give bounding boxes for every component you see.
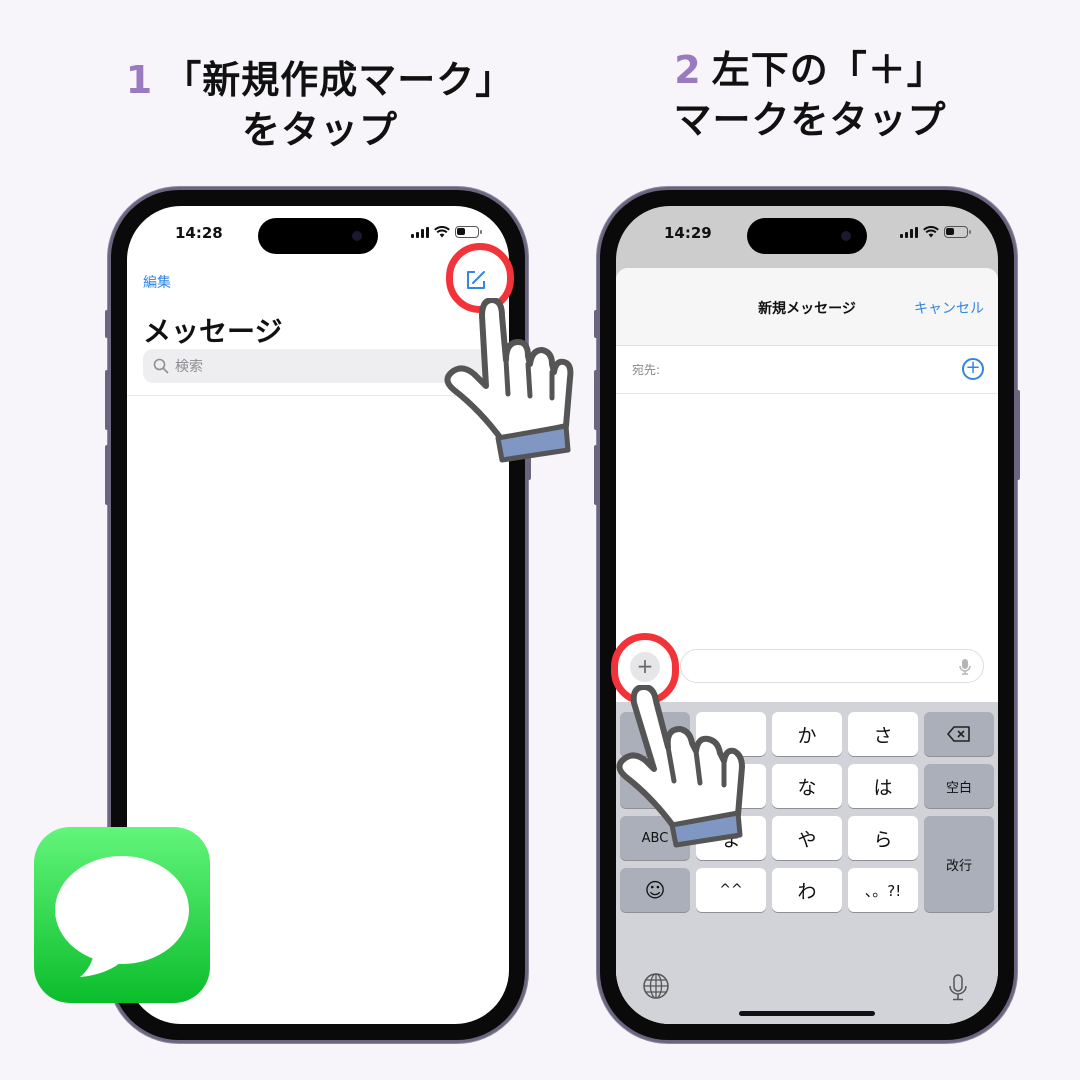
new-message-sheet: 新規メッセージ キャンセル 宛先: + + か さ な は 空白 ABC ま や… — [616, 268, 998, 1024]
return-key[interactable]: 改行 — [924, 816, 994, 912]
volume-down-button — [594, 445, 598, 505]
cancel-button[interactable]: キャンセル — [914, 298, 984, 318]
status-time: 14:28 — [175, 224, 223, 242]
step-text-line2: をタップ — [241, 108, 398, 152]
space-key[interactable]: 空白 — [924, 764, 994, 808]
key-ka[interactable]: か — [772, 712, 842, 756]
signal-icon — [411, 226, 429, 238]
microphone-icon[interactable] — [959, 658, 971, 676]
delete-icon — [947, 726, 970, 742]
pointing-hand-icon — [616, 685, 745, 848]
volume-up-button — [105, 370, 109, 430]
battery-icon — [944, 226, 971, 238]
screen: 14:29 新規メッセージ キャンセル 宛先: + + か さ な は 空白 A… — [616, 206, 998, 1024]
key-punctuation[interactable]: 、。?! — [848, 868, 918, 912]
dynamic-island — [258, 218, 378, 254]
delete-key[interactable] — [924, 712, 994, 756]
page-title: メッセージ — [143, 315, 283, 348]
speech-bubble-icon — [55, 856, 189, 977]
wifi-icon — [434, 226, 450, 238]
action-button — [105, 310, 109, 338]
step-number: 2 — [674, 48, 702, 92]
message-input[interactable] — [680, 649, 984, 683]
battery-icon — [455, 226, 482, 238]
volume-up-button — [594, 370, 598, 430]
action-button — [594, 310, 598, 338]
edit-button[interactable]: 編集 — [143, 272, 171, 292]
volume-down-button — [105, 445, 109, 505]
dictation-microphone-icon[interactable] — [948, 974, 968, 1002]
key-na[interactable]: な — [772, 764, 842, 808]
key-ya[interactable]: や — [772, 816, 842, 860]
messages-app-icon — [34, 827, 210, 1003]
globe-icon[interactable] — [642, 972, 670, 1000]
step-text-line1: 「新規作成マーク」 — [163, 58, 515, 102]
step-text-line2: マークをタップ — [673, 98, 947, 142]
step-1-headline: 1 「新規作成マーク」 をタップ — [60, 55, 580, 155]
pointing-hand-icon — [444, 298, 574, 463]
status-time: 14:29 — [664, 224, 712, 242]
key-ra[interactable]: ら — [848, 816, 918, 860]
key-sa[interactable]: さ — [848, 712, 918, 756]
add-contact-icon[interactable]: + — [962, 358, 984, 380]
search-placeholder: 検索 — [175, 359, 203, 375]
dynamic-island — [747, 218, 867, 254]
wifi-icon — [923, 226, 939, 238]
home-indicator — [739, 1011, 875, 1016]
side-button — [1016, 390, 1020, 480]
key-kaomoji[interactable]: ^^ — [696, 868, 766, 912]
signal-icon — [900, 226, 918, 238]
step-2-headline: 2 左下の「＋」 マークをタップ — [560, 45, 1060, 145]
camera-icon — [352, 231, 362, 241]
key-ha[interactable]: は — [848, 764, 918, 808]
step-number: 1 — [125, 58, 154, 102]
sheet-header: 新規メッセージ キャンセル — [616, 268, 998, 346]
step-text-line1: 左下の「＋」 — [711, 48, 946, 92]
emoji-key[interactable]: ☺ — [620, 868, 690, 912]
recipient-field[interactable]: 宛先: + — [616, 346, 998, 394]
camera-icon — [841, 231, 851, 241]
key-wa[interactable]: わ — [772, 868, 842, 912]
recipient-label: 宛先: — [632, 363, 661, 377]
phone-mockup-new-message: 14:29 新規メッセージ キャンセル 宛先: + + か さ な は 空白 A… — [594, 190, 1020, 1040]
search-icon — [153, 358, 169, 374]
